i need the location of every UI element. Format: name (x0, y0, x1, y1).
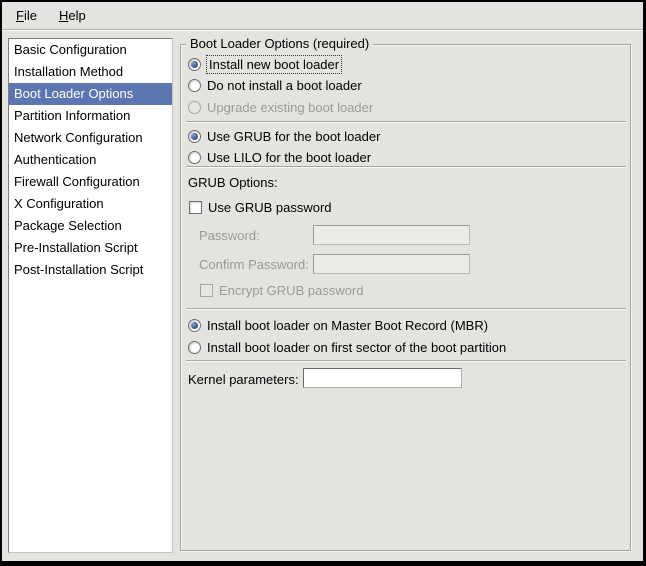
kernel-parameters-label: Kernel parameters: (188, 372, 299, 387)
sidebar-item-installation-method[interactable]: Installation Method (9, 61, 172, 83)
password-label: Password: (199, 228, 260, 243)
radio-install-on-first-sector[interactable]: Install boot loader on first sector of t… (188, 337, 506, 357)
radio-button-icon (188, 341, 201, 354)
radio-button-icon (188, 101, 201, 114)
radio-use-grub[interactable]: Use GRUB for the boot loader (188, 126, 380, 146)
confirm-password-input (313, 254, 470, 274)
radio-label: Do not install a boot loader (207, 78, 362, 93)
radio-install-new-boot-loader[interactable]: Install new boot loader (188, 54, 341, 74)
radio-button-icon (188, 151, 201, 164)
checkbox-label: Use GRUB password (208, 200, 332, 215)
frame-legend: Boot Loader Options (required) (186, 36, 373, 51)
menu-help[interactable]: Help (53, 6, 92, 25)
radio-use-lilo[interactable]: Use LILO for the boot loader (188, 147, 371, 167)
radio-button-icon (188, 79, 201, 92)
radio-button-icon (188, 58, 201, 71)
sidebar-item-pre-installation-script[interactable]: Pre-Installation Script (9, 237, 172, 259)
radio-label: Install new boot loader (207, 56, 341, 73)
checkbox-label: Encrypt GRUB password (219, 283, 364, 298)
kickstart-configurator-window: File Help Basic Configuration Installati… (0, 0, 646, 566)
radio-upgrade-existing-boot-loader: Upgrade existing boot loader (188, 97, 373, 117)
sidebar-item-post-installation-script[interactable]: Post-Installation Script (9, 259, 172, 281)
radio-label: Install boot loader on first sector of t… (207, 340, 506, 355)
checkbox-encrypt-grub-password: Encrypt GRUB password (200, 280, 364, 300)
boot-loader-options-frame: Boot Loader Options (required) Install n… (180, 44, 631, 551)
menu-file-label: File (16, 8, 37, 23)
separator (186, 121, 626, 123)
separator (186, 166, 626, 168)
separator (186, 308, 626, 310)
confirm-password-label: Confirm Password: (199, 257, 309, 272)
radio-install-on-mbr[interactable]: Install boot loader on Master Boot Recor… (188, 315, 488, 335)
sidebar-item-basic-configuration[interactable]: Basic Configuration (9, 39, 172, 61)
sidebar-item-x-configuration[interactable]: X Configuration (9, 193, 172, 215)
checkbox-use-grub-password[interactable]: Use GRUB password (189, 197, 332, 217)
radio-do-not-install-boot-loader[interactable]: Do not install a boot loader (188, 75, 362, 95)
separator (186, 360, 626, 362)
kernel-parameters-input[interactable] (303, 368, 462, 388)
radio-label: Install boot loader on Master Boot Recor… (207, 318, 488, 333)
radio-button-icon (188, 319, 201, 332)
radio-label: Upgrade existing boot loader (207, 100, 373, 115)
sidebar-item-package-selection[interactable]: Package Selection (9, 215, 172, 237)
sidebar-item-network-configuration[interactable]: Network Configuration (9, 127, 172, 149)
menu-file[interactable]: File (10, 6, 43, 25)
checkbox-icon (200, 284, 213, 297)
radio-label: Use LILO for the boot loader (207, 150, 371, 165)
checkbox-icon (189, 201, 202, 214)
menu-help-label: Help (59, 8, 86, 23)
radio-label: Use GRUB for the boot loader (207, 129, 380, 144)
grub-options-title: GRUB Options: (188, 175, 278, 190)
sidebar-item-authentication[interactable]: Authentication (9, 149, 172, 171)
category-list: Basic Configuration Installation Method … (8, 38, 173, 553)
password-input (313, 225, 470, 245)
sidebar-item-firewall-configuration[interactable]: Firewall Configuration (9, 171, 172, 193)
sidebar-item-boot-loader-options[interactable]: Boot Loader Options (9, 83, 172, 105)
sidebar-item-partition-information[interactable]: Partition Information (9, 105, 172, 127)
radio-button-icon (188, 130, 201, 143)
menubar: File Help (2, 2, 643, 30)
